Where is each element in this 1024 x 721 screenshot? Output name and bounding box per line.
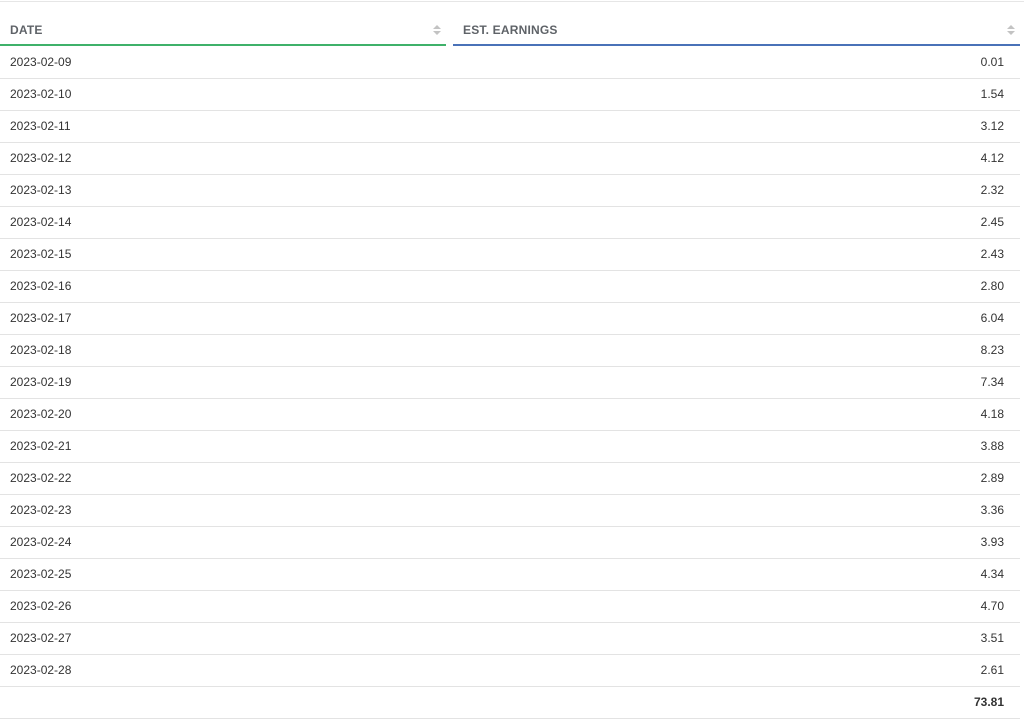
earnings-cell: 6.04 xyxy=(980,311,1004,325)
earnings-cell: 7.34 xyxy=(980,375,1004,389)
column-header-date-label: DATE xyxy=(10,23,43,37)
date-cell: 2023-02-12 xyxy=(10,151,72,165)
date-cell: 2023-02-11 xyxy=(10,119,71,133)
table-row: 2023-02-09 0.01 xyxy=(0,47,1020,79)
earnings-cell: 4.18 xyxy=(980,407,1004,421)
table-row: 2023-02-16 2.80 xyxy=(0,271,1020,303)
earnings-cell: 2.89 xyxy=(980,471,1004,485)
table-row: 2023-02-13 2.32 xyxy=(0,175,1020,207)
sort-arrows-icon[interactable] xyxy=(433,25,441,37)
earnings-cell: 2.80 xyxy=(980,279,1004,293)
date-cell: 2023-02-23 xyxy=(10,503,72,517)
earnings-cell: 0.01 xyxy=(980,55,1004,69)
date-cell: 2023-02-20 xyxy=(10,407,72,421)
earnings-cell: 3.51 xyxy=(980,631,1004,645)
table-row: 2023-02-26 4.70 xyxy=(0,591,1020,623)
table-row: 2023-02-12 4.12 xyxy=(0,143,1020,175)
date-cell: 2023-02-22 xyxy=(10,471,72,485)
column-header-est-earnings[interactable]: EST. EARNINGS xyxy=(453,14,1020,46)
date-cell: 2023-02-27 xyxy=(10,631,72,645)
table-row: 2023-02-15 2.43 xyxy=(0,239,1020,271)
table-row: 2023-02-14 2.45 xyxy=(0,207,1020,239)
table-row: 2023-02-21 3.88 xyxy=(0,431,1020,463)
total-earnings-value: 73.81 xyxy=(973,695,1004,709)
table-row: 2023-02-28 2.61 xyxy=(0,655,1020,687)
date-cell: 2023-02-16 xyxy=(10,279,72,293)
date-cell: 2023-02-18 xyxy=(10,343,72,357)
table-row: 2023-02-17 6.04 xyxy=(0,303,1020,335)
date-cell: 2023-02-25 xyxy=(10,567,72,581)
earnings-cell: 1.54 xyxy=(980,87,1004,101)
earnings-cell: 2.45 xyxy=(980,215,1004,229)
earnings-cell: 3.93 xyxy=(980,535,1004,549)
earnings-cell: 3.88 xyxy=(980,439,1004,453)
date-cell: 2023-02-15 xyxy=(10,247,72,261)
date-cell: 2023-02-14 xyxy=(10,215,72,229)
earnings-cell: 2.43 xyxy=(980,247,1004,261)
date-cell: 2023-02-10 xyxy=(10,87,72,101)
date-cell: 2023-02-13 xyxy=(10,183,72,197)
earnings-cell: 8.23 xyxy=(980,343,1004,357)
earnings-report: DATE EST. EARNINGS 2023-02-09 0.01 2023-02… xyxy=(0,0,1024,721)
table-row: 2023-02-20 4.18 xyxy=(0,399,1020,431)
earnings-cell: 2.32 xyxy=(980,183,1004,197)
table-row: 2023-02-25 4.34 xyxy=(0,559,1020,591)
date-cell: 2023-02-24 xyxy=(10,535,72,549)
table-row: 2023-02-18 8.23 xyxy=(0,335,1020,367)
table-row: 2023-02-11 3.12 xyxy=(0,111,1020,143)
earnings-cell: 4.70 xyxy=(980,599,1004,613)
table-row: 2023-02-22 2.89 xyxy=(0,463,1020,495)
column-header-est-earnings-label: EST. EARNINGS xyxy=(463,23,558,37)
table-row: 2023-02-24 3.93 xyxy=(0,527,1020,559)
table-row: 2023-02-23 3.36 xyxy=(0,495,1020,527)
earnings-cell: 3.12 xyxy=(980,119,1004,133)
table-row: 2023-02-10 1.54 xyxy=(0,79,1020,111)
date-cell: 2023-02-21 xyxy=(10,439,72,453)
date-cell: 2023-02-19 xyxy=(10,375,72,389)
sort-arrows-icon[interactable] xyxy=(1007,25,1015,37)
date-cell: 2023-02-26 xyxy=(10,599,72,613)
earnings-cell: 4.34 xyxy=(980,567,1004,581)
table-top-border xyxy=(0,1,1024,2)
table-row: 2023-02-27 3.51 xyxy=(0,623,1020,655)
earnings-cell: 2.61 xyxy=(980,663,1004,677)
column-header-date[interactable]: DATE xyxy=(0,14,446,46)
date-cell: 2023-02-09 xyxy=(10,55,72,69)
earnings-cell: 3.36 xyxy=(980,503,1004,517)
earnings-cell: 4.12 xyxy=(980,151,1004,165)
table-row: 2023-02-19 7.34 xyxy=(0,367,1020,399)
table-header: DATE EST. EARNINGS xyxy=(0,14,1020,46)
date-cell: 2023-02-28 xyxy=(10,663,72,677)
table-body: 2023-02-09 0.01 2023-02-10 1.54 2023-02-11 3.… xyxy=(0,47,1020,719)
total-row: 73.81 xyxy=(0,687,1020,719)
date-cell: 2023-02-17 xyxy=(10,311,72,325)
